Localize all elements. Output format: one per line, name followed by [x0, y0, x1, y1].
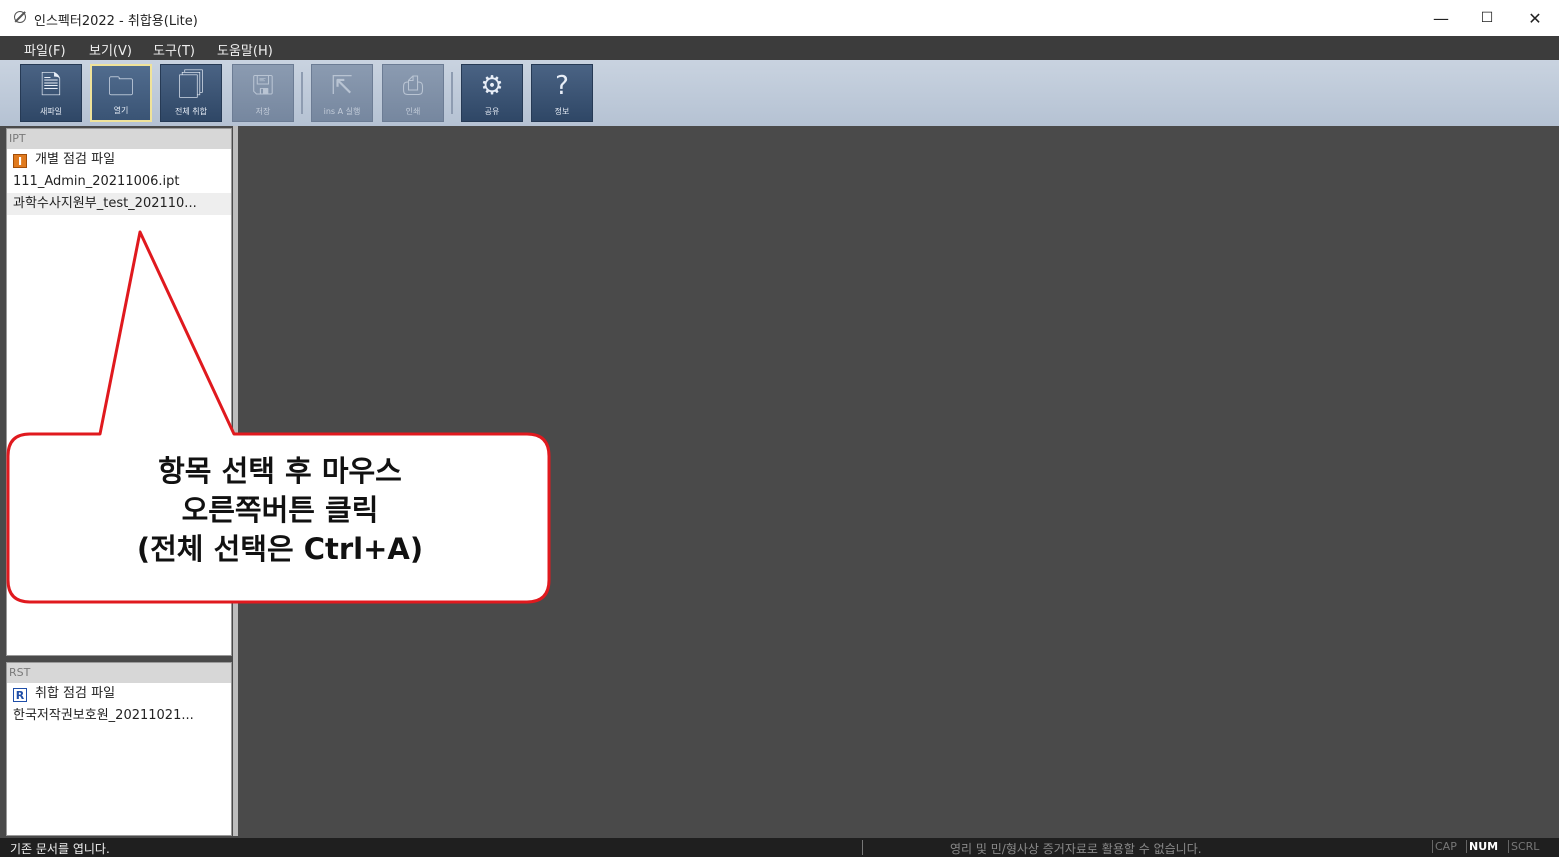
- callout-bubble: [6, 230, 551, 604]
- num-indicator: NUM: [1466, 840, 1500, 853]
- callout-line: 항목 선택 후 마우스: [158, 454, 402, 488]
- scrl-indicator: SCRL: [1508, 840, 1541, 853]
- cap-indicator: CAP: [1432, 840, 1459, 853]
- status-message: 기존 문서를 엽니다.: [10, 842, 110, 856]
- status-divider: [862, 840, 863, 855]
- callout-line: (전체 선택은 Ctrl+A): [136, 532, 424, 566]
- callout-line: 오른쪽버튼 클릭: [181, 493, 379, 527]
- status-bar: 기존 문서를 엽니다. 영리 및 민/형사상 증거자료로 활용할 수 없습니다.…: [0, 838, 1559, 857]
- legal-notice: 영리 및 민/형사상 증거자료로 활용할 수 없습니다.: [950, 842, 1202, 856]
- callout-text: 항목 선택 후 마우스 오른쪽버튼 클릭 (전체 선택은 Ctrl+A): [40, 452, 520, 569]
